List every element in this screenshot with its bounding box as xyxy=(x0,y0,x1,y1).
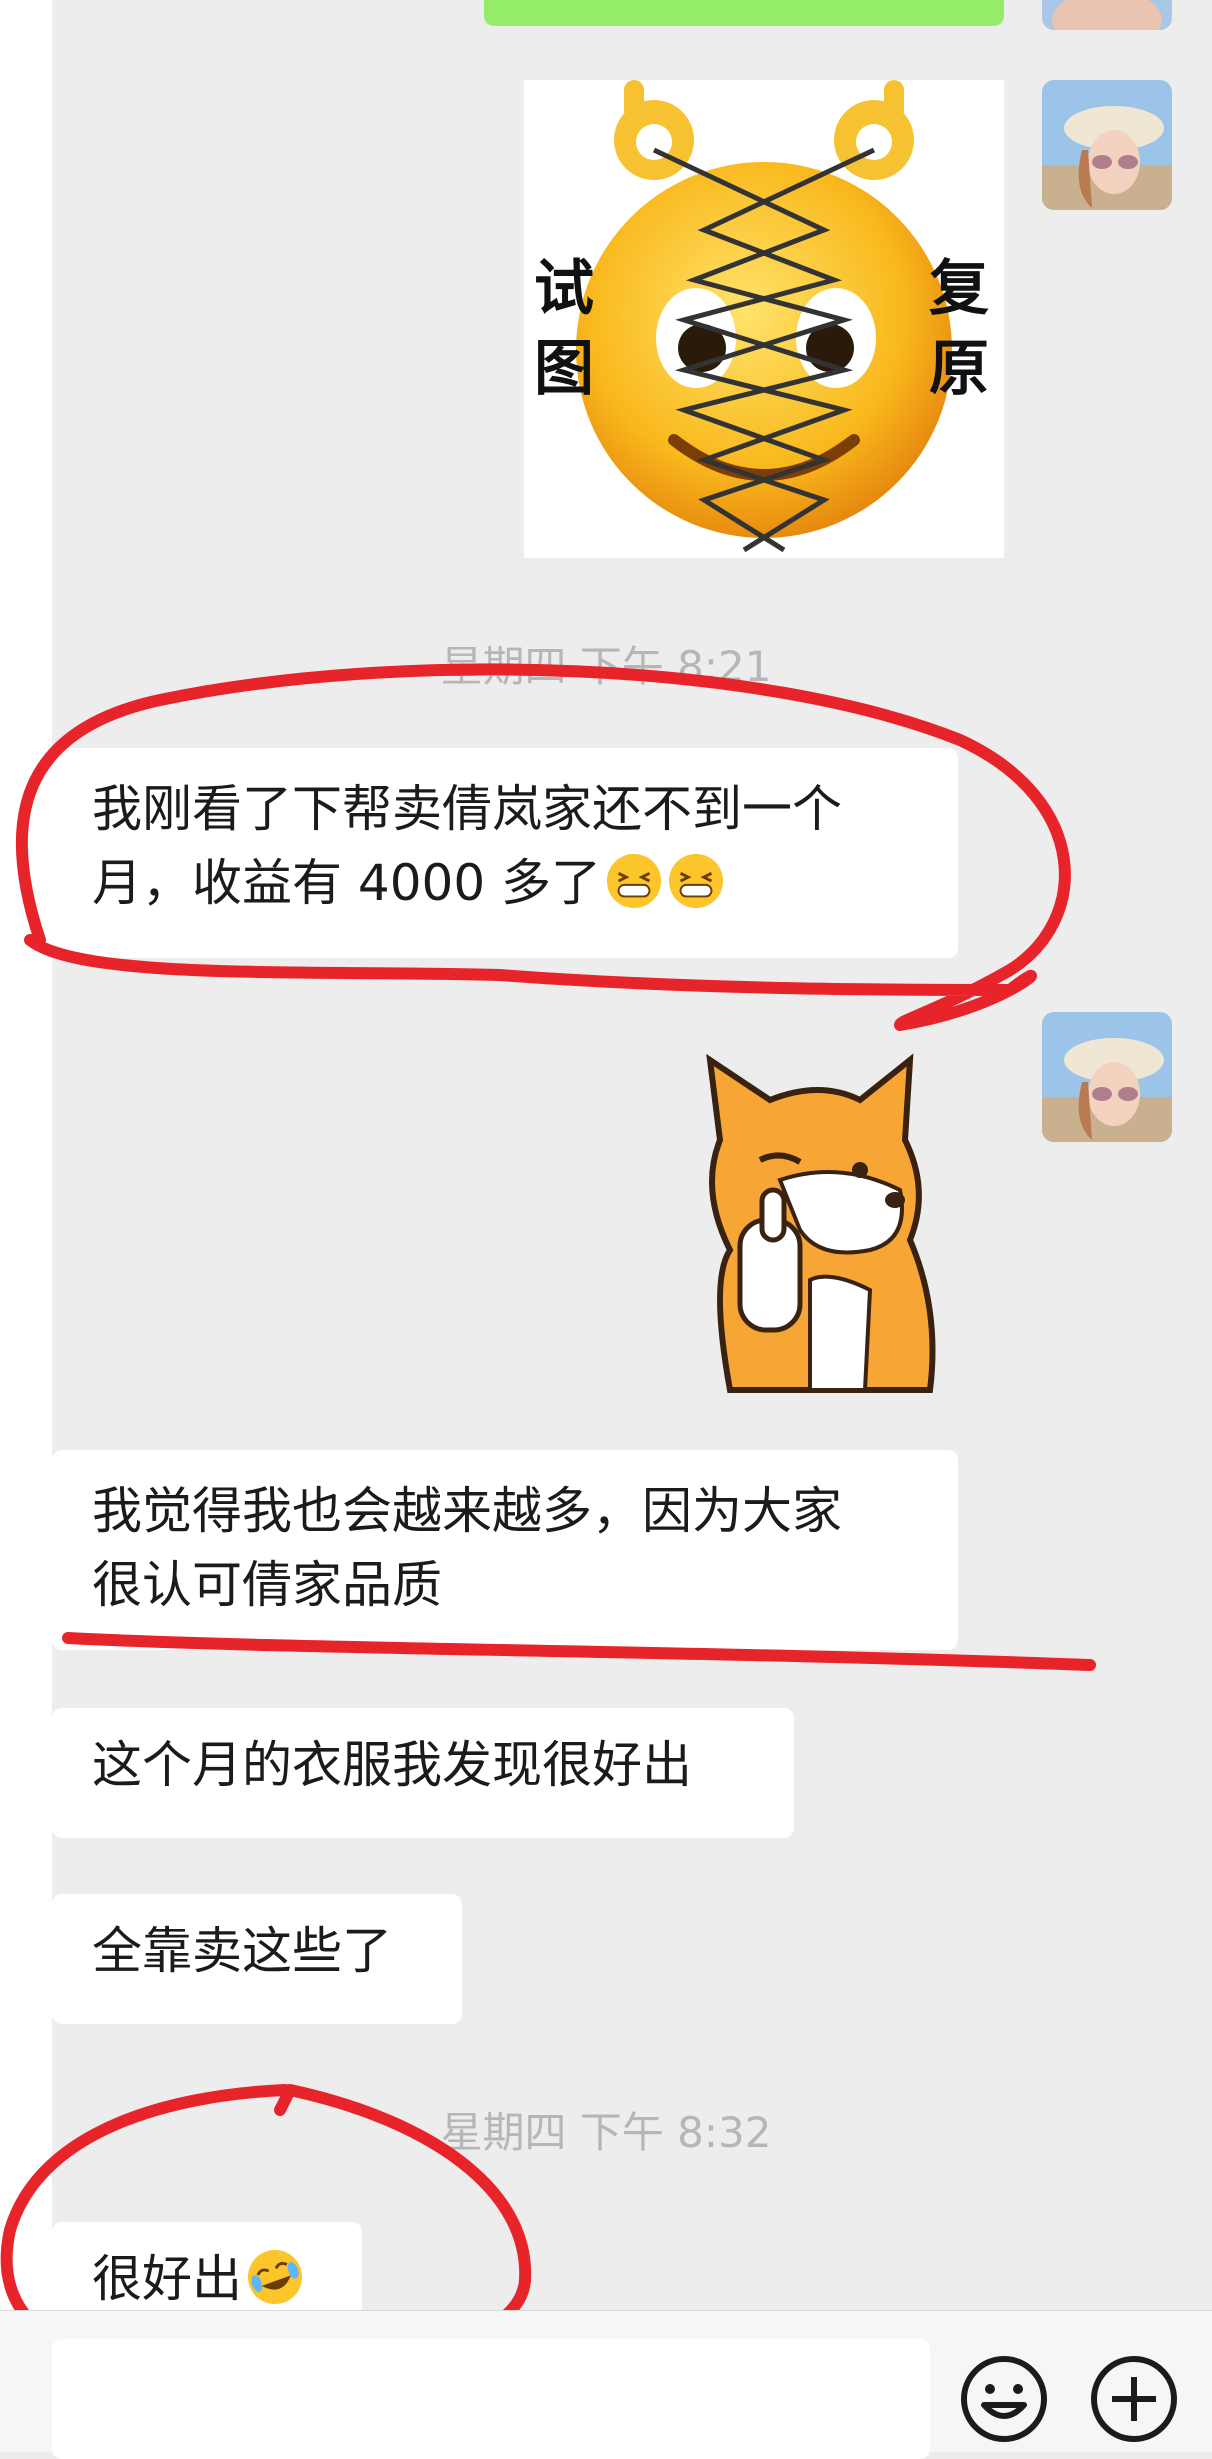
message-input[interactable] xyxy=(52,2339,930,2459)
plus-circle-icon[interactable] xyxy=(1088,2353,1180,2445)
red-underline-annotation xyxy=(62,1632,1096,1671)
red-circle-annotation xyxy=(15,663,1071,1031)
smiley-icon[interactable] xyxy=(958,2353,1050,2445)
chat-input-bar xyxy=(0,2310,1212,2459)
red-annotation-overlay xyxy=(0,663,1096,2379)
